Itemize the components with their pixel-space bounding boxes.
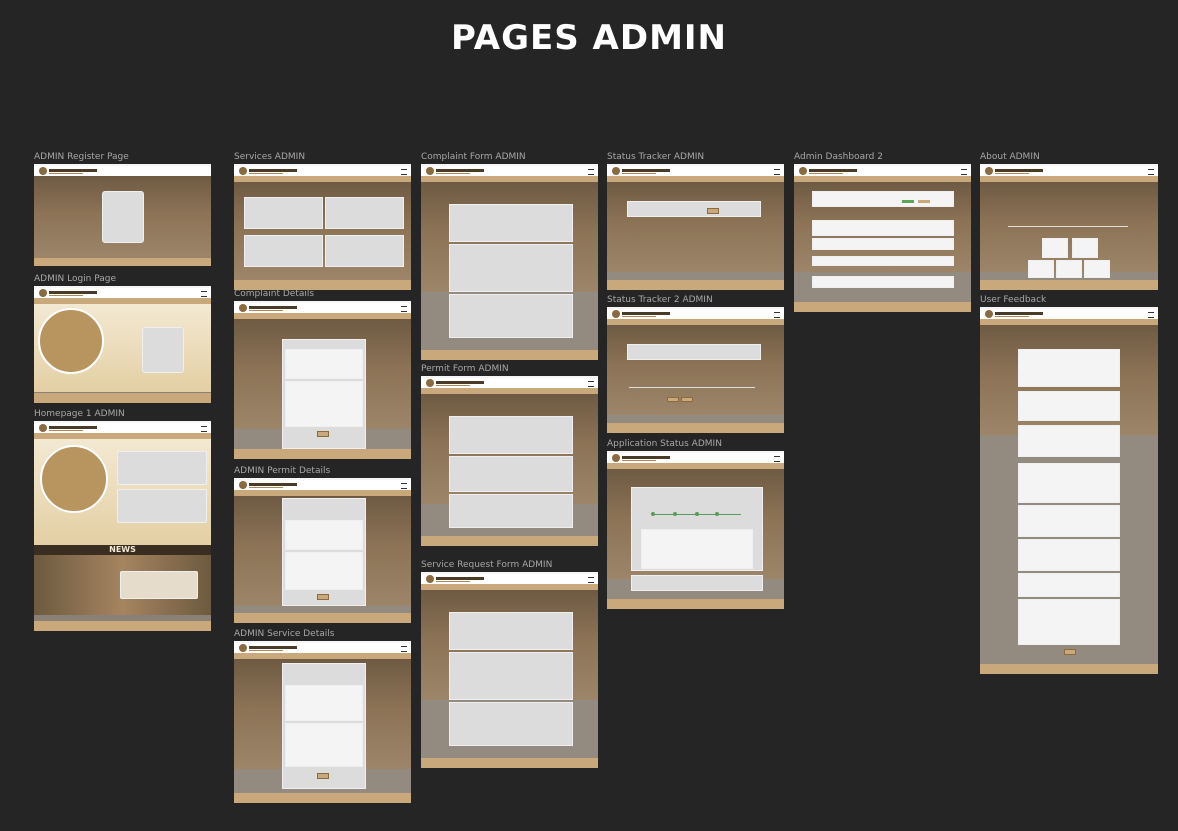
frame-label-user-feedback: User Feedback bbox=[980, 295, 1047, 305]
menu-icon bbox=[588, 169, 594, 175]
frame-service-request-form[interactable] bbox=[421, 572, 598, 768]
seal-icon bbox=[40, 445, 108, 513]
frame-label-admin-login: ADMIN Login Page bbox=[34, 274, 117, 284]
news-heading: NEWS bbox=[109, 545, 136, 554]
frame-label-service-request-form: Service Request Form ADMIN bbox=[421, 560, 553, 570]
frame-status-tracker[interactable] bbox=[607, 164, 784, 290]
logo-icon bbox=[426, 167, 434, 175]
menu-icon bbox=[401, 306, 407, 312]
step-icon bbox=[715, 512, 719, 516]
menu-icon bbox=[588, 381, 594, 387]
menu-icon bbox=[401, 483, 407, 489]
menu-icon bbox=[1148, 169, 1154, 175]
logo-icon bbox=[426, 575, 434, 583]
logo-icon bbox=[985, 167, 993, 175]
frame-label-services: Services ADMIN bbox=[234, 152, 306, 162]
menu-icon bbox=[401, 169, 407, 175]
frame-admin-dashboard[interactable] bbox=[794, 164, 971, 312]
step-icon bbox=[695, 512, 699, 516]
menu-icon bbox=[774, 312, 780, 318]
menu-icon bbox=[1148, 312, 1154, 318]
frame-user-feedback[interactable] bbox=[980, 307, 1158, 674]
frame-complaint-form[interactable] bbox=[421, 164, 598, 360]
frame-about[interactable] bbox=[980, 164, 1158, 290]
frame-label-application-status: Application Status ADMIN bbox=[607, 439, 722, 449]
frame-label-permit-form: Permit Form ADMIN bbox=[421, 364, 509, 374]
frame-service-details[interactable] bbox=[234, 641, 411, 803]
frame-label-homepage: Homepage 1 ADMIN bbox=[34, 409, 125, 419]
frame-label-complaint-form: Complaint Form ADMIN bbox=[421, 152, 526, 162]
frame-application-status[interactable] bbox=[607, 451, 784, 609]
menu-icon bbox=[774, 169, 780, 175]
logo-icon bbox=[239, 644, 247, 652]
logo-icon bbox=[39, 289, 47, 297]
logo-icon bbox=[426, 379, 434, 387]
frame-admin-register[interactable] bbox=[34, 164, 211, 266]
frame-label-status-tracker: Status Tracker ADMIN bbox=[607, 152, 705, 162]
frame-label-service-details: ADMIN Service Details bbox=[234, 629, 335, 639]
logo-icon bbox=[239, 304, 247, 312]
logo-icon bbox=[612, 454, 620, 462]
logo-icon bbox=[612, 167, 620, 175]
frame-label-about: About ADMIN bbox=[980, 152, 1040, 162]
logo-icon bbox=[239, 167, 247, 175]
seal-icon bbox=[38, 308, 104, 374]
frame-services[interactable] bbox=[234, 164, 411, 290]
menu-icon bbox=[201, 291, 207, 297]
frame-label-permit-details: ADMIN Permit Details bbox=[234, 466, 331, 476]
page-title: PAGES ADMIN bbox=[450, 18, 728, 58]
menu-icon bbox=[201, 426, 207, 432]
step-icon bbox=[651, 512, 655, 516]
logo-icon bbox=[612, 310, 620, 318]
step-icon bbox=[673, 512, 677, 516]
frame-label-admin-dashboard: Admin Dashboard 2 bbox=[794, 152, 883, 162]
logo-icon bbox=[985, 310, 993, 318]
logo-icon bbox=[239, 481, 247, 489]
frame-homepage[interactable]: NEWS bbox=[34, 421, 211, 631]
frame-label-admin-register: ADMIN Register Page bbox=[34, 152, 129, 162]
logo-icon bbox=[39, 424, 47, 432]
frame-admin-login[interactable] bbox=[34, 286, 211, 403]
frame-label-complaint-details: Complaint Details bbox=[234, 289, 315, 299]
frame-status-tracker-2[interactable] bbox=[607, 307, 784, 433]
frame-label-status-tracker-2: Status Tracker 2 ADMIN bbox=[607, 295, 713, 305]
logo-icon bbox=[799, 167, 807, 175]
menu-icon bbox=[774, 456, 780, 462]
frame-complaint-details[interactable] bbox=[234, 301, 411, 459]
menu-icon bbox=[588, 577, 594, 583]
menu-icon bbox=[401, 646, 407, 652]
frame-permit-form[interactable] bbox=[421, 376, 598, 546]
frame-permit-details[interactable] bbox=[234, 478, 411, 623]
logo-icon bbox=[39, 167, 47, 175]
menu-icon bbox=[961, 169, 967, 175]
